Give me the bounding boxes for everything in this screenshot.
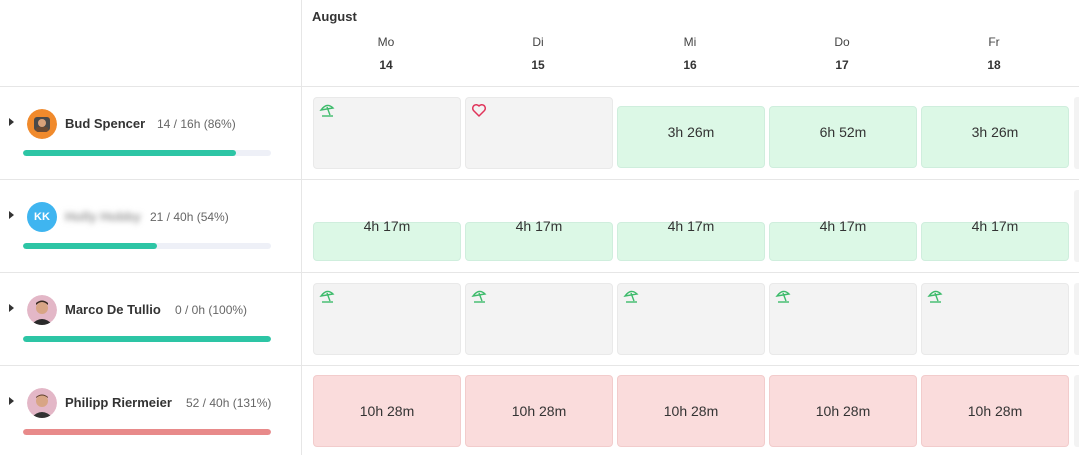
person-row-marco-de-tullio: Marco De Tullio 0 / 0h (100%) bbox=[0, 273, 1079, 366]
day-cell[interactable] bbox=[313, 97, 461, 169]
day-cell[interactable]: 10h 28m bbox=[769, 375, 917, 447]
cell-duration: 4h 17m bbox=[515, 218, 563, 234]
day-number: 18 bbox=[987, 58, 1001, 72]
utilization-bar bbox=[23, 429, 271, 435]
month-label: August bbox=[312, 9, 357, 24]
cell-duration: 4h 17m bbox=[971, 218, 1019, 234]
utilization-bar-fill bbox=[23, 150, 237, 156]
day-cell[interactable] bbox=[465, 283, 613, 355]
cell-duration: 10h 28m bbox=[815, 403, 871, 419]
utilization-bar-fill bbox=[23, 429, 271, 435]
day-cell[interactable]: 6h 52m bbox=[769, 106, 917, 168]
hours-summary: 0 / 0h (100%) bbox=[175, 303, 248, 317]
day-cell[interactable] bbox=[617, 283, 765, 355]
next-day-cell-edge[interactable] bbox=[1074, 283, 1079, 355]
day-cell[interactable] bbox=[769, 283, 917, 355]
day-number: 15 bbox=[531, 58, 545, 72]
next-day-cell-edge[interactable] bbox=[1074, 97, 1079, 169]
umbrella-icon bbox=[319, 290, 335, 303]
day-header-mi: Mi 16 bbox=[616, 35, 764, 72]
day-cell[interactable]: 3h 26m bbox=[617, 106, 765, 168]
umbrella-icon bbox=[319, 104, 335, 117]
person-header: KK Holly Hobby 21 / 40h (54%) bbox=[0, 180, 302, 273]
day-cell[interactable] bbox=[313, 283, 461, 355]
day-header-mo: Mo 14 bbox=[312, 35, 460, 72]
person-name: Bud Spencer bbox=[65, 116, 146, 131]
avatar bbox=[27, 295, 57, 325]
capacity-planner: August Mo 14 Di 15 Mi 16 Do 17 Fr 18 Bud… bbox=[0, 0, 1079, 455]
day-cell[interactable]: 4h 17m bbox=[313, 218, 461, 261]
cell-duration: 4h 17m bbox=[363, 218, 411, 234]
cell-duration: 10h 28m bbox=[967, 403, 1023, 419]
day-name: Fr bbox=[988, 35, 1000, 49]
cell-duration: 3h 26m bbox=[971, 124, 1019, 140]
avatar bbox=[27, 109, 57, 139]
day-header-fr: Fr 18 bbox=[920, 35, 1068, 72]
person-name: Holly Hobby bbox=[65, 209, 141, 224]
day-number: 14 bbox=[379, 58, 393, 72]
day-cell[interactable]: 4h 17m bbox=[769, 218, 917, 261]
expand-caret-icon[interactable] bbox=[9, 118, 14, 126]
cell-duration: 3h 26m bbox=[667, 124, 715, 140]
hours-summary: 14 / 16h (86%) bbox=[157, 117, 236, 131]
day-cell[interactable] bbox=[921, 283, 1069, 355]
utilization-bar bbox=[23, 243, 271, 249]
next-day-cell-edge[interactable] bbox=[1074, 375, 1079, 447]
umbrella-icon bbox=[623, 290, 639, 303]
day-cell[interactable]: 3h 26m bbox=[921, 106, 1069, 168]
utilization-bar bbox=[23, 150, 271, 156]
umbrella-icon bbox=[471, 290, 487, 303]
day-cell[interactable]: 10h 28m bbox=[465, 375, 613, 447]
day-cell[interactable]: 10h 28m bbox=[921, 375, 1069, 447]
cell-duration: 4h 17m bbox=[819, 218, 867, 234]
calendar-header: August Mo 14 Di 15 Mi 16 Do 17 Fr 18 bbox=[302, 0, 1079, 87]
day-name: Mo bbox=[377, 35, 395, 49]
next-day-cell-edge[interactable] bbox=[1074, 190, 1079, 262]
utilization-bar-fill bbox=[23, 243, 157, 249]
person-row-blurred: KK Holly Hobby 21 / 40h (54%) 4h 17m 4h … bbox=[0, 180, 1079, 273]
avatar bbox=[27, 388, 57, 418]
expand-caret-icon[interactable] bbox=[9, 304, 14, 312]
avatar: KK bbox=[27, 202, 57, 232]
cell-duration: 10h 28m bbox=[359, 403, 415, 419]
heart-icon bbox=[471, 103, 487, 117]
day-header-di: Di 15 bbox=[464, 35, 612, 72]
cell-duration: 10h 28m bbox=[511, 403, 567, 419]
person-name: Philipp Riermeier bbox=[65, 395, 172, 410]
day-cell[interactable]: 4h 17m bbox=[921, 218, 1069, 261]
cell-duration: 6h 52m bbox=[819, 124, 867, 140]
day-cell[interactable]: 10h 28m bbox=[313, 375, 461, 447]
day-name: Mi bbox=[683, 35, 697, 49]
day-name: Di bbox=[532, 35, 544, 49]
person-header: Bud Spencer 14 / 16h (86%) bbox=[0, 87, 302, 180]
person-row-philipp-riermeier: Philipp Riermeier 52 / 40h (131%) 10h 28… bbox=[0, 366, 1079, 455]
day-name: Do bbox=[834, 35, 850, 49]
day-header-do: Do 17 bbox=[768, 35, 916, 72]
umbrella-icon bbox=[927, 290, 943, 303]
cell-duration: 10h 28m bbox=[663, 403, 719, 419]
expand-caret-icon[interactable] bbox=[9, 211, 14, 219]
expand-caret-icon[interactable] bbox=[9, 397, 14, 405]
day-number: 16 bbox=[683, 58, 697, 72]
utilization-bar bbox=[23, 336, 271, 342]
hours-summary: 52 / 40h (131%) bbox=[186, 396, 272, 410]
day-cell[interactable] bbox=[465, 97, 613, 169]
utilization-bar-fill bbox=[23, 336, 271, 342]
day-cell[interactable]: 4h 17m bbox=[617, 218, 765, 261]
person-header: Philipp Riermeier 52 / 40h (131%) bbox=[0, 366, 302, 455]
day-cell[interactable]: 10h 28m bbox=[617, 375, 765, 447]
hours-summary: 21 / 40h (54%) bbox=[150, 210, 229, 224]
umbrella-icon bbox=[775, 290, 791, 303]
cell-duration: 4h 17m bbox=[667, 218, 715, 234]
person-header: Marco De Tullio 0 / 0h (100%) bbox=[0, 273, 302, 366]
person-name: Marco De Tullio bbox=[65, 302, 161, 317]
day-number: 17 bbox=[835, 58, 849, 72]
person-row-bud-spencer: Bud Spencer 14 / 16h (86%) 3h 26m 6h 52m bbox=[0, 87, 1079, 180]
day-cell[interactable]: 4h 17m bbox=[465, 218, 613, 261]
